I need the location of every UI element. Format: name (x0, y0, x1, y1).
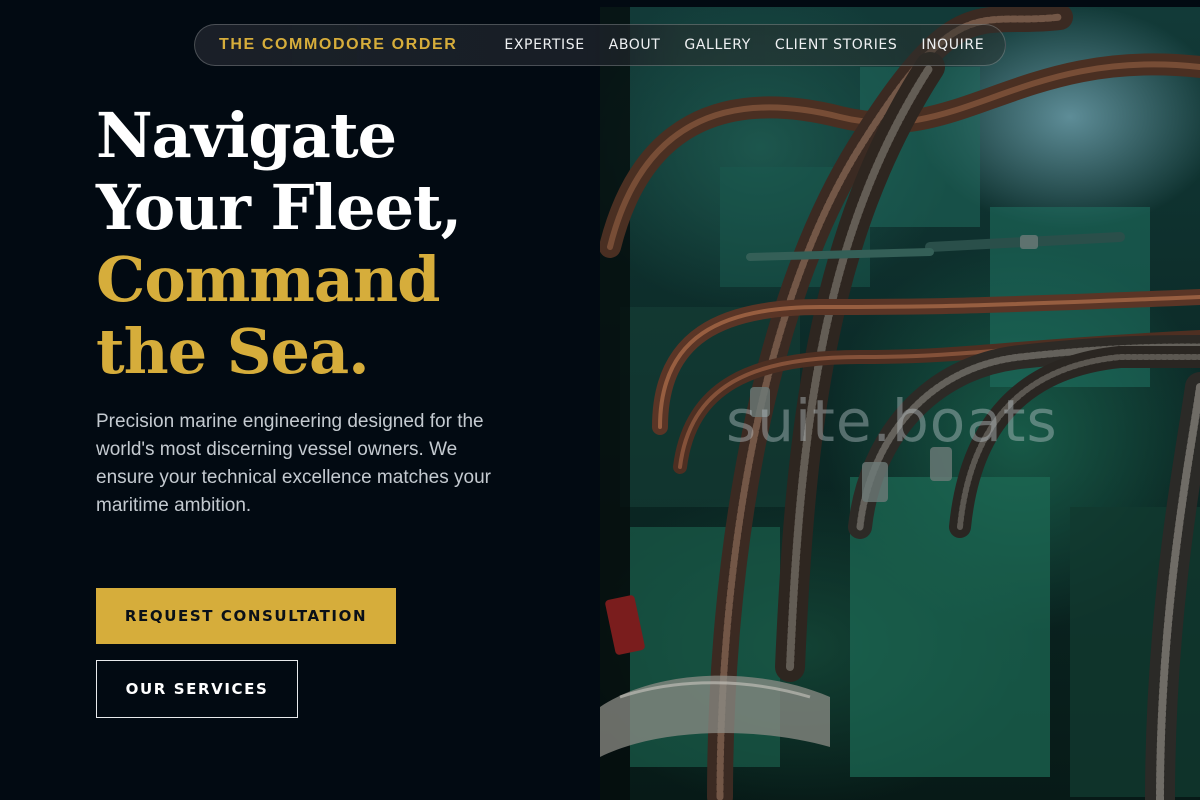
engine-room-image: suite.boats (600, 7, 1200, 800)
nav-links: EXPERTISE ABOUT GALLERY CLIENT STORIES I… (504, 37, 984, 53)
hero-description: Precision marine engineering designed fo… (96, 411, 491, 516)
nav-link-gallery[interactable]: GALLERY (684, 37, 750, 53)
landing-page: suite.boats THE COMMODORE ORDER EXPERTIS… (0, 0, 1200, 800)
top-navigation: THE COMMODORE ORDER EXPERTISE ABOUT GALL… (194, 24, 1006, 66)
nav-link-inquire[interactable]: INQUIRE (921, 37, 984, 53)
headline-line-2: Your Fleet, (96, 171, 462, 244)
headline-line-3: Command (96, 243, 441, 316)
request-consultation-button[interactable]: REQUEST CONSULTATION (96, 588, 396, 644)
hero-headline: Navigate Your Fleet, Command the Sea. (96, 100, 576, 388)
nav-link-about[interactable]: ABOUT (609, 37, 661, 53)
our-services-button[interactable]: OUR SERVICES (96, 660, 298, 718)
headline-line-4: the Sea. (96, 315, 370, 388)
nav-link-expertise[interactable]: EXPERTISE (504, 37, 584, 53)
brand-logo[interactable]: THE COMMODORE ORDER (219, 36, 457, 54)
nav-link-client-stories[interactable]: CLIENT STORIES (775, 37, 897, 53)
image-watermark: suite.boats (726, 387, 1058, 455)
headline-line-1: Navigate (96, 99, 397, 172)
